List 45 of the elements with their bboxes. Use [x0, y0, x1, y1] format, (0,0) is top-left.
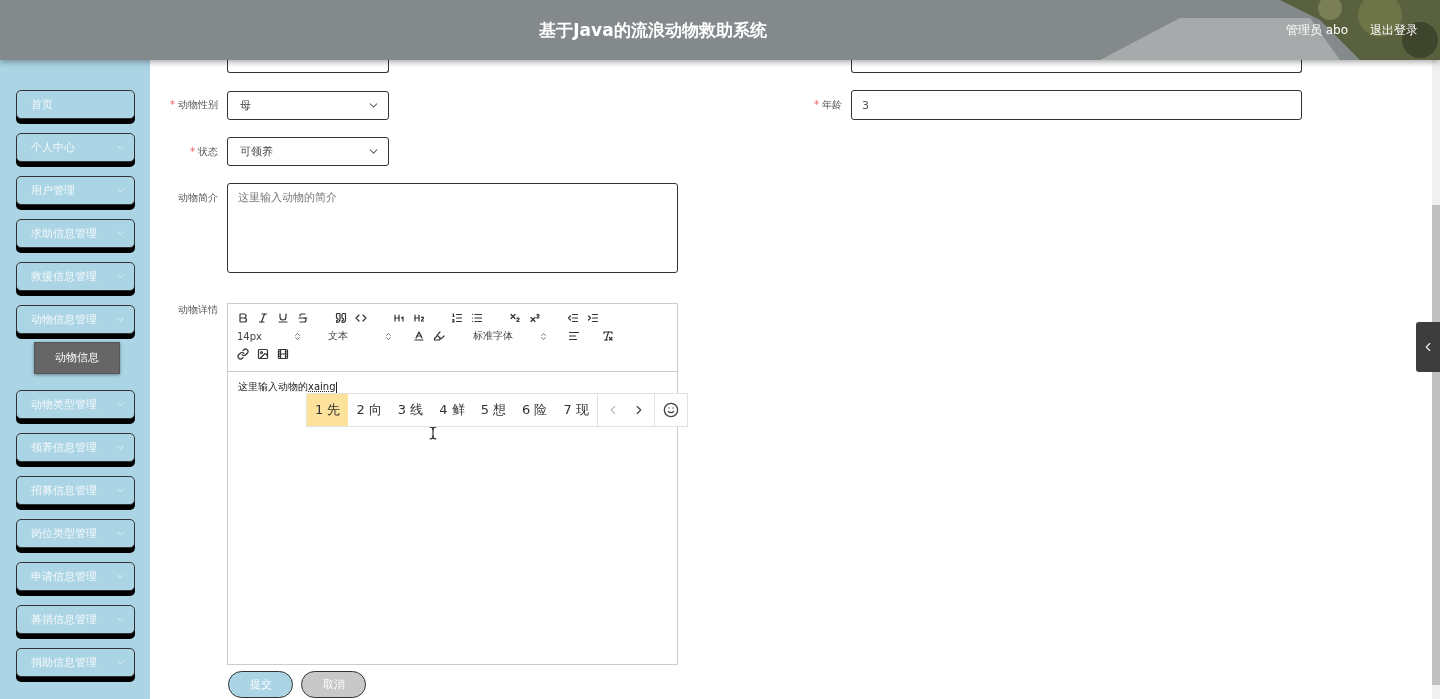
- subscript-icon[interactable]: [509, 312, 521, 324]
- quote-icon[interactable]: [335, 312, 347, 324]
- underline-icon[interactable]: [277, 312, 289, 324]
- field-label: * 年龄: [813, 98, 842, 112]
- system-title: 基于Java的流浪动物救助系统: [538, 18, 768, 42]
- textarea-field[interactable]: 这里输入动物的简介: [227, 183, 678, 273]
- field-label: * 状态: [189, 144, 218, 159]
- ordered-list-icon[interactable]: [451, 312, 463, 324]
- candidate-item[interactable]: 1 先: [307, 394, 349, 426]
- align-icon[interactable]: [568, 330, 580, 342]
- select-field[interactable]: 可领养: [227, 137, 389, 166]
- block-format-select[interactable]: 文本: [328, 329, 393, 343]
- font-color-icon[interactable]: [413, 330, 425, 342]
- field-label: * 动物性别: [169, 98, 218, 112]
- code-icon[interactable]: [355, 312, 367, 324]
- image-icon[interactable]: [257, 348, 269, 360]
- video-icon[interactable]: [277, 348, 289, 360]
- smiley-icon: [662, 402, 679, 418]
- bold-icon[interactable]: [237, 312, 249, 324]
- user-name: 管理员 abo: [1285, 21, 1348, 39]
- input-field[interactable]: 3: [851, 90, 1302, 120]
- indent-icon[interactable]: [587, 312, 599, 324]
- scrollbar[interactable]: [1432, 60, 1440, 699]
- highlight-icon[interactable]: [433, 330, 445, 342]
- up-down-icon: [293, 331, 302, 341]
- font-size-select[interactable]: 14px: [237, 330, 302, 342]
- heading-icon[interactable]: [413, 312, 425, 324]
- input-field[interactable]: [851, 60, 1302, 73]
- up-down-icon: [384, 331, 393, 341]
- clear-format-icon[interactable]: [602, 330, 614, 342]
- heading-icon[interactable]: [393, 312, 405, 324]
- select-field[interactable]: [227, 60, 389, 73]
- superscript-icon[interactable]: [529, 312, 541, 324]
- font-family-select[interactable]: 标准字体: [473, 329, 548, 343]
- outdent-icon[interactable]: [567, 312, 579, 324]
- up-down-icon: [539, 331, 548, 341]
- submenu-item[interactable]: 动物信息: [34, 342, 120, 374]
- field-label: 动物简介: [177, 191, 218, 205]
- strikethrough-icon[interactable]: [297, 312, 309, 324]
- link-icon[interactable]: [237, 348, 249, 360]
- bullet-list-icon[interactable]: [471, 312, 483, 324]
- select-field[interactable]: 母: [227, 90, 389, 120]
- field-label: 动物详情: [177, 303, 218, 317]
- italic-icon[interactable]: [257, 312, 269, 324]
- logout-link[interactable]: 退出登录: [1370, 21, 1418, 39]
